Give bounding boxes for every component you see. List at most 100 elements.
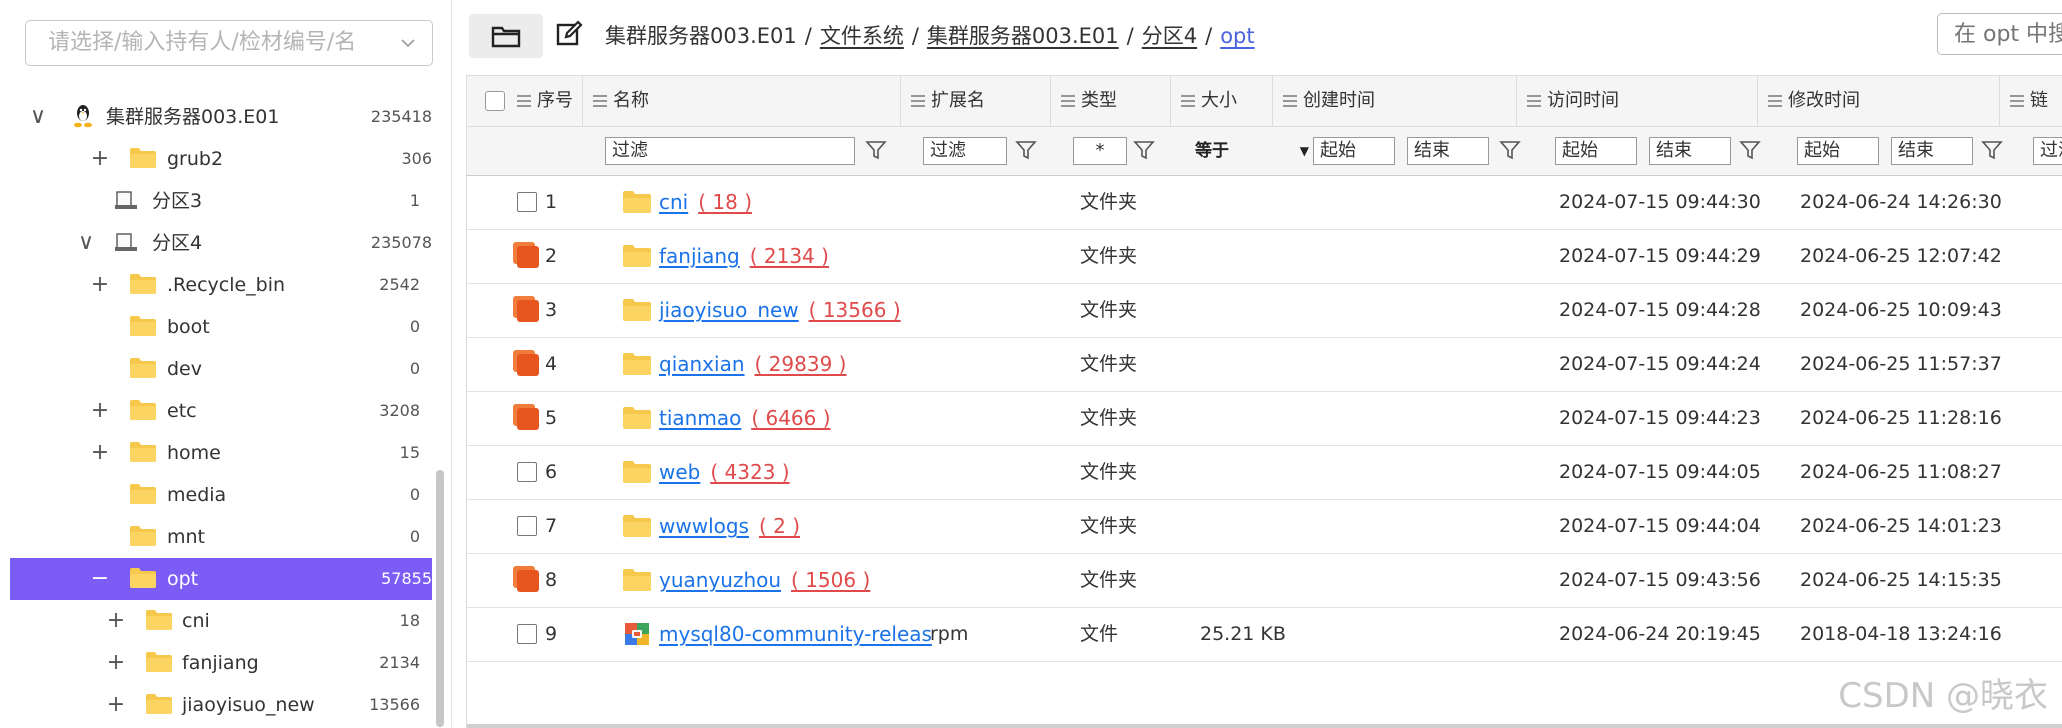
evidence-selector[interactable]: 请选择/输入持有人/检材编号/名: [25, 20, 433, 66]
collapse-icon[interactable]: −: [90, 558, 110, 600]
breadcrumb-item[interactable]: 文件系统: [820, 24, 904, 48]
table-row[interactable]: 7 wwwlogs( 2 ) 文件夹 2024-07-15 09:44:04 2024-…: [467, 500, 2062, 554]
expand-icon[interactable]: +: [90, 432, 110, 474]
open-folder-button[interactable]: [469, 14, 543, 58]
filter-icon[interactable]: [1499, 139, 1521, 161]
table-row[interactable]: 1 cni( 18 ) 文件夹 2024-07-15 09:44:30 2024-06-…: [467, 176, 2062, 230]
breadcrumb-item[interactable]: 集群服务器003.E01: [927, 24, 1119, 48]
menu-lines-icon: [517, 95, 531, 107]
tree-node[interactable]: media 0: [10, 474, 432, 516]
col-modified-header[interactable]: 修改时间: [1758, 76, 2000, 126]
last-filter-input[interactable]: 过滤: [2033, 137, 2062, 165]
tree-node[interactable]: ∨ 分区4 235078: [10, 222, 432, 264]
linux-icon: [74, 105, 92, 128]
table-row[interactable]: 6 web( 4323 ) 文件夹 2024-07-15 09:44:05 2024-0…: [467, 446, 2062, 500]
row-checkbox[interactable]: [517, 462, 537, 482]
accessed-end-input[interactable]: 结束: [1649, 137, 1731, 165]
col-size-header[interactable]: 大小: [1171, 76, 1273, 126]
col-name-header[interactable]: 名称: [583, 76, 901, 126]
tree-node[interactable]: boot 0: [10, 306, 432, 348]
folder-icon: [623, 407, 651, 429]
file-name-link[interactable]: tianmao( 6466 ): [659, 392, 831, 445]
col-accessed-header[interactable]: 访问时间: [1517, 76, 1758, 126]
expand-icon[interactable]: +: [106, 642, 126, 684]
expand-icon[interactable]: +: [90, 264, 110, 306]
tree-node[interactable]: + etc 3208: [10, 390, 432, 432]
row-checkbox[interactable]: [517, 408, 539, 430]
expand-icon[interactable]: +: [106, 600, 126, 642]
table-row[interactable]: 4 qianxian( 29839 ) 文件夹 2024-07-15 09:44:24…: [467, 338, 2062, 392]
filter-icon[interactable]: [1981, 139, 2003, 161]
table-row[interactable]: 5 tianmao( 6466 ) 文件夹 2024-07-15 09:44:23 20…: [467, 392, 2062, 446]
item-count: ( 4323 ): [710, 460, 790, 484]
horizontal-scrollbar[interactable]: [467, 724, 2062, 728]
tree-node[interactable]: 分区3 1: [10, 180, 432, 222]
collapse-icon[interactable]: ∨: [28, 96, 48, 138]
folder-icon: [146, 652, 172, 672]
name-filter-input[interactable]: 过滤: [605, 137, 855, 165]
folder-icon: [623, 299, 651, 321]
table-row[interactable]: 3 jiaoyisuo_new( 13566 ) 文件夹 2024-07-15 09:…: [467, 284, 2062, 338]
expand-icon[interactable]: +: [106, 684, 126, 726]
file-name-link[interactable]: qianxian( 29839 ): [659, 338, 846, 391]
table-header: 序号 名称 扩展名 类型 大小 创建时间 访问时间 修改时间 链: [467, 76, 2062, 127]
filter-icon[interactable]: [865, 139, 887, 161]
size-operator-select[interactable]: 等于 ▼: [1195, 137, 1309, 165]
breadcrumb-item[interactable]: 分区4: [1142, 24, 1197, 48]
collapse-icon[interactable]: ∨: [76, 222, 96, 264]
breadcrumb-item[interactable]: 集群服务器003.E01: [605, 24, 797, 48]
accessed-start-input[interactable]: 起始: [1555, 137, 1637, 165]
row-checkbox[interactable]: [517, 570, 539, 592]
tree-node[interactable]: + jiaoyisuo_new 13566: [10, 684, 432, 726]
tree-node[interactable]: ∨ 集群服务器003.E01 235418: [10, 96, 432, 138]
row-checkbox[interactable]: [517, 246, 539, 268]
tree-node[interactable]: + cni 18: [10, 600, 432, 642]
file-name-link[interactable]: cni( 18 ): [659, 176, 752, 229]
created-start-input[interactable]: 起始: [1313, 137, 1395, 165]
expand-icon[interactable]: +: [90, 138, 110, 180]
file-name-link[interactable]: fanjiang( 2134 ): [659, 230, 829, 283]
col-type-header[interactable]: 类型: [1051, 76, 1171, 126]
tree-node[interactable]: + .Recycle_bin 2542: [10, 264, 432, 306]
search-input[interactable]: [1937, 13, 2062, 55]
select-all-checkbox[interactable]: [485, 91, 505, 111]
modified-start-input[interactable]: 起始: [1797, 137, 1879, 165]
row-checkbox[interactable]: [517, 300, 539, 322]
tree-node[interactable]: − opt 57855: [10, 558, 432, 600]
file-type: 文件夹: [1080, 353, 1138, 375]
file-extension: rpm: [930, 623, 969, 645]
file-name-link[interactable]: wwwlogs( 2 ): [659, 500, 800, 553]
row-checkbox[interactable]: [517, 516, 537, 536]
file-name-link[interactable]: web( 4323 ): [659, 446, 790, 499]
filter-icon[interactable]: [1739, 139, 1761, 161]
tree-node[interactable]: mnt 0: [10, 516, 432, 558]
modified-end-input[interactable]: 结束: [1891, 137, 1973, 165]
expand-icon[interactable]: +: [90, 390, 110, 432]
col-last-header[interactable]: 链: [2000, 76, 2062, 126]
row-checkbox[interactable]: [517, 354, 539, 376]
tree-node[interactable]: dev 0: [10, 348, 432, 390]
item-count: ( 1506 ): [791, 568, 871, 592]
table-row[interactable]: 2 fanjiang( 2134 ) 文件夹 2024-07-15 09:44:29 2…: [467, 230, 2062, 284]
tree-node[interactable]: + home 15: [10, 432, 432, 474]
filter-icon[interactable]: [1015, 139, 1037, 161]
type-filter-input[interactable]: *: [1073, 137, 1127, 165]
col-created-header[interactable]: 创建时间: [1273, 76, 1517, 126]
ext-filter-input[interactable]: 过滤: [923, 137, 1007, 165]
table-row[interactable]: 9 mysql80-community-releas rpm 文件 25.21 KB 20…: [467, 608, 2062, 662]
col-ext-header[interactable]: 扩展名: [901, 76, 1051, 126]
breadcrumb-current[interactable]: opt: [1220, 24, 1254, 48]
row-checkbox[interactable]: [517, 624, 537, 644]
filter-icon[interactable]: [1133, 139, 1155, 161]
sidebar-scrollbar[interactable]: [436, 470, 444, 727]
col-index-header[interactable]: 序号: [467, 76, 583, 126]
file-name-link[interactable]: jiaoyisuo_new( 13566 ): [659, 284, 901, 337]
file-name-link[interactable]: yuanyuzhou( 1506 ): [659, 554, 870, 607]
row-checkbox[interactable]: [517, 192, 537, 212]
tree-node[interactable]: + fanjiang 2134: [10, 642, 432, 684]
tree-node[interactable]: + grub2 306: [10, 138, 432, 180]
edit-icon[interactable]: [555, 20, 583, 48]
created-end-input[interactable]: 结束: [1407, 137, 1489, 165]
file-name-link[interactable]: mysql80-community-releas: [659, 608, 932, 661]
table-row[interactable]: 8 yuanyuzhou( 1506 ) 文件夹 2024-07-15 09:43:5…: [467, 554, 2062, 608]
